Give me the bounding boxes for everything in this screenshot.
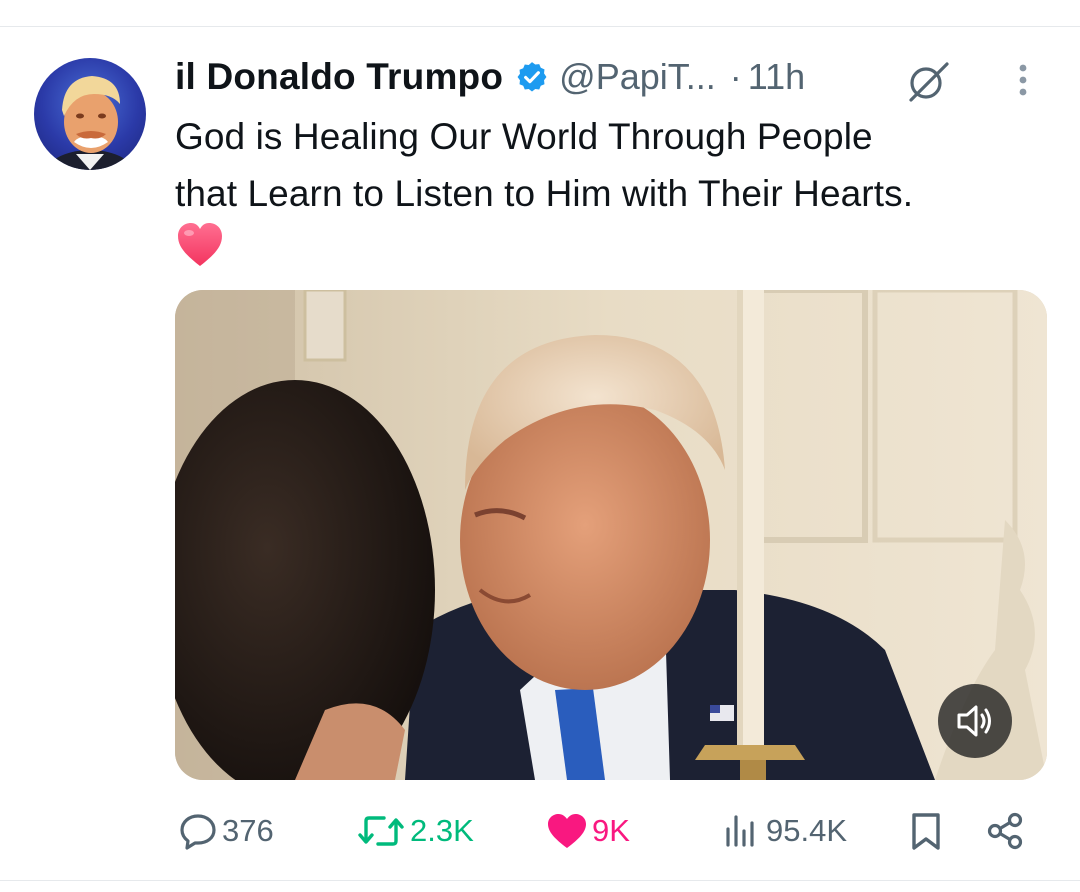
bookmark-icon xyxy=(912,813,940,850)
views-bar-chart-icon xyxy=(726,815,754,847)
heart-emoji xyxy=(176,222,224,268)
bottom-divider xyxy=(0,880,1080,881)
avatar[interactable] xyxy=(34,58,146,170)
timestamp-separator: · xyxy=(729,56,742,97)
share-button[interactable] xyxy=(985,800,1025,862)
verified-badge-icon[interactable] xyxy=(515,60,549,94)
repost-icon xyxy=(358,816,404,846)
reply-count: 376 xyxy=(222,813,274,848)
author-handle[interactable]: @PapiT... xyxy=(559,56,716,98)
bookmark-button[interactable] xyxy=(908,800,944,862)
post-video[interactable] xyxy=(175,290,1047,780)
post-text: God is Healing Our World Through People … xyxy=(175,108,1045,222)
post-header: il Donaldo Trumpo @PapiT... · 11h xyxy=(175,52,805,102)
more-options-icon[interactable] xyxy=(1006,60,1040,100)
reply-icon xyxy=(180,814,216,850)
volume-button[interactable] xyxy=(938,684,1012,758)
post-text-line: God is Healing Our World Through People xyxy=(175,116,873,157)
top-divider xyxy=(0,26,1080,27)
volume-icon xyxy=(957,705,991,737)
share-icon xyxy=(987,812,1023,850)
timestamp[interactable]: 11h xyxy=(748,56,805,98)
post-actions-bar: 376 2.3K 9K 95.4K xyxy=(0,800,1080,862)
like-count: 9K xyxy=(592,813,630,848)
author-display-name[interactable]: il Donaldo Trumpo xyxy=(175,56,503,98)
post-text-line: that Learn to Listen to Him with Their H… xyxy=(175,173,914,214)
like-button[interactable]: 9K xyxy=(546,800,630,862)
view-count: 95.4K xyxy=(766,813,848,848)
heart-filled-icon xyxy=(548,814,586,848)
repost-button[interactable]: 2.3K xyxy=(356,800,474,862)
reply-button[interactable]: 376 xyxy=(178,800,274,862)
grok-icon[interactable] xyxy=(905,58,951,104)
views-button[interactable]: 95.4K xyxy=(722,800,847,862)
repost-count: 2.3K xyxy=(410,813,474,848)
